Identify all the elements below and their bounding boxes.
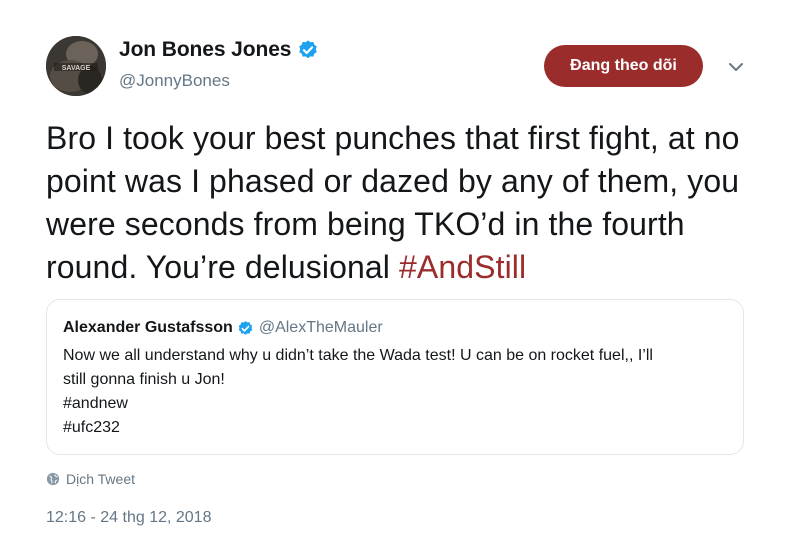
quoted-hashtag: #ufc232	[63, 419, 120, 436]
verified-badge-icon	[238, 320, 253, 335]
quoted-tweet[interactable]: Alexander Gustafsson @AlexTheMauler Now …	[46, 299, 744, 455]
author-name-row: Jon Bones Jones	[119, 38, 319, 62]
quoted-hashtag: #andnew	[63, 395, 128, 412]
quoted-text-line: still gonna finish u Jon!	[63, 371, 225, 388]
avatar-image: SAVAGE	[46, 36, 106, 96]
following-button[interactable]: Đang theo dõi	[544, 45, 703, 87]
quoted-text-line: Now we all understand why u didn’t take …	[63, 347, 653, 364]
chevron-down-icon[interactable]	[726, 60, 746, 74]
quoted-author-row: Alexander Gustafsson @AlexTheMauler	[63, 319, 383, 337]
quoted-display-name: Alexander Gustafsson	[63, 319, 233, 336]
globe-icon	[46, 472, 60, 486]
hashtag-link[interactable]: #AndStill	[399, 249, 526, 285]
tweet-body: Bro I took your best punches that first …	[46, 120, 740, 285]
avatar-text: SAVAGE	[62, 65, 91, 72]
quoted-text: Now we all understand why u didn’t take …	[63, 344, 728, 440]
translate-tweet-link[interactable]: Dịch Tweet	[46, 471, 135, 487]
tweet-timestamp[interactable]: 12:16 - 24 thg 12, 2018	[46, 509, 211, 527]
author-avatar[interactable]: SAVAGE	[46, 36, 106, 96]
author-display-name[interactable]: Jon Bones Jones	[119, 38, 291, 62]
verified-badge-icon	[299, 40, 318, 59]
translate-label: Dịch Tweet	[66, 471, 135, 487]
quoted-handle: @AlexTheMauler	[258, 319, 383, 336]
tweet-card: SAVAGE Jon Bones Jones @JonnyBones Đang …	[0, 0, 797, 542]
tweet-text: Bro I took your best punches that first …	[46, 117, 766, 289]
author-handle[interactable]: @JonnyBones	[119, 71, 230, 91]
